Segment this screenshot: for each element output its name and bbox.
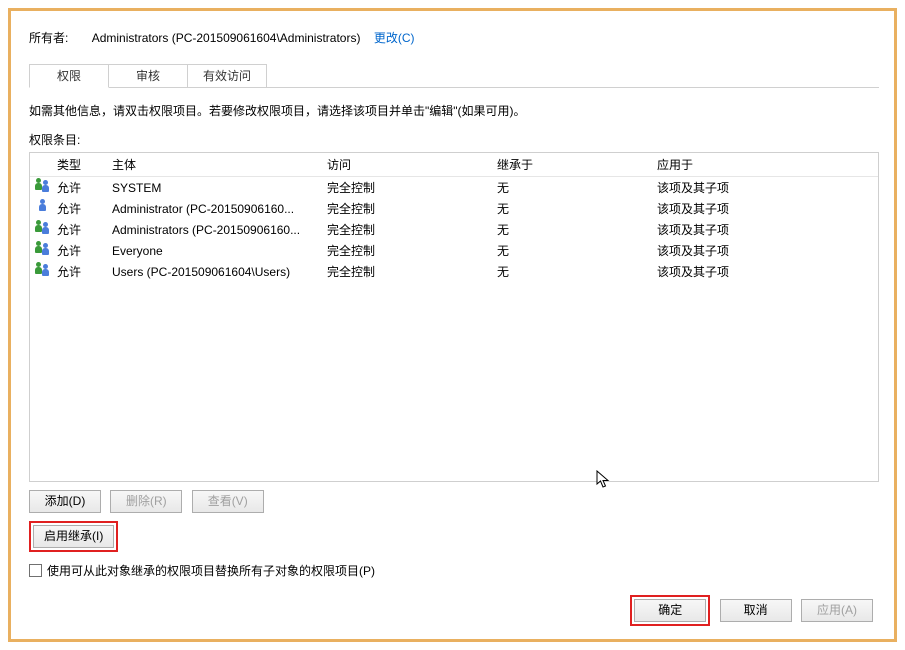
- col-principal-header[interactable]: 主体: [112, 156, 327, 173]
- col-applies-header[interactable]: 应用于: [657, 156, 878, 173]
- entry-buttons-row: 添加(D) 删除(R) 查看(V): [29, 490, 879, 513]
- add-button[interactable]: 添加(D): [29, 490, 101, 513]
- owner-row: 所有者: Administrators (PC-201509061604\Adm…: [29, 29, 879, 46]
- group-icon: [35, 220, 51, 236]
- view-button[interactable]: 查看(V): [192, 490, 264, 513]
- cell-access: 完全控制: [327, 242, 497, 259]
- remove-button[interactable]: 删除(R): [110, 490, 182, 513]
- table-row[interactable]: 允许Everyone完全控制无该项及其子项: [30, 240, 878, 261]
- user-icon: [35, 199, 51, 215]
- col-access-header[interactable]: 访问: [327, 156, 497, 173]
- group-icon: [35, 178, 51, 194]
- cell-inherited: 无: [497, 179, 657, 196]
- cell-principal: SYSTEM: [112, 181, 327, 195]
- advanced-security-dialog: 所有者: Administrators (PC-201509061604\Adm…: [8, 8, 897, 642]
- cell-applies: 该项及其子项: [657, 200, 878, 217]
- col-type-header[interactable]: 类型: [57, 156, 112, 173]
- cell-inherited: 无: [497, 263, 657, 280]
- cell-type: 允许: [57, 221, 112, 238]
- owner-value: Administrators (PC-201509061604\Administ…: [92, 31, 361, 45]
- tab-auditing[interactable]: 审核: [108, 64, 188, 88]
- cell-applies: 该项及其子项: [657, 263, 878, 280]
- replace-children-checkbox-label: 使用可从此对象继承的权限项目替换所有子对象的权限项目(P): [47, 562, 375, 579]
- principal-type-icon: [35, 199, 57, 218]
- cell-principal: Users (PC-201509061604\Users): [112, 265, 327, 279]
- instructions-text: 如需其他信息，请双击权限项目。若要修改权限项目，请选择该项目并单击"编辑"(如果…: [29, 102, 879, 119]
- group-icon: [35, 262, 51, 278]
- cell-access: 完全控制: [327, 221, 497, 238]
- owner-label: 所有者:: [29, 29, 68, 46]
- cell-type: 允许: [57, 179, 112, 196]
- tab-permissions[interactable]: 权限: [29, 64, 109, 88]
- permission-entries-table[interactable]: 类型 主体 访问 继承于 应用于 允许SYSTEM完全控制无该项及其子项允许Ad…: [29, 152, 879, 482]
- table-row[interactable]: 允许Administrators (PC-20150906160...完全控制无…: [30, 219, 878, 240]
- cell-type: 允许: [57, 200, 112, 217]
- cell-access: 完全控制: [327, 179, 497, 196]
- cancel-button[interactable]: 取消: [720, 599, 792, 622]
- ok-button[interactable]: 确定: [634, 599, 706, 622]
- cell-type: 允许: [57, 242, 112, 259]
- cell-access: 完全控制: [327, 200, 497, 217]
- table-row[interactable]: 允许Users (PC-201509061604\Users)完全控制无该项及其…: [30, 261, 878, 282]
- col-inherited-header[interactable]: 继承于: [497, 156, 657, 173]
- cell-applies: 该项及其子项: [657, 221, 878, 238]
- group-icon: [35, 241, 51, 257]
- cell-applies: 该项及其子项: [657, 242, 878, 259]
- table-row[interactable]: 允许SYSTEM完全控制无该项及其子项: [30, 177, 878, 198]
- principal-type-icon: [35, 262, 57, 281]
- principal-type-icon: [35, 220, 57, 239]
- cell-principal: Administrator (PC-20150906160...: [112, 202, 327, 216]
- principal-type-icon: [35, 178, 57, 197]
- permission-entries-label: 权限条目:: [29, 131, 879, 148]
- highlight-box-ok: 确定: [630, 595, 710, 626]
- enable-inheritance-button[interactable]: 启用继承(I): [33, 525, 114, 548]
- cell-type: 允许: [57, 263, 112, 280]
- inheritance-buttons-row: 启用继承(I): [29, 521, 879, 552]
- replace-children-checkbox-row[interactable]: 使用可从此对象继承的权限项目替换所有子对象的权限项目(P): [29, 562, 879, 579]
- table-header: 类型 主体 访问 继承于 应用于: [30, 153, 878, 177]
- table-row[interactable]: 允许Administrator (PC-20150906160...完全控制无该…: [30, 198, 878, 219]
- cell-inherited: 无: [497, 221, 657, 238]
- cell-access: 完全控制: [327, 263, 497, 280]
- dialog-buttons: 确定 取消 应用(A): [630, 595, 879, 626]
- principal-type-icon: [35, 241, 57, 260]
- cell-inherited: 无: [497, 200, 657, 217]
- cell-applies: 该项及其子项: [657, 179, 878, 196]
- tab-strip: 权限 审核 有效访问: [29, 64, 879, 88]
- highlight-box-inheritance: 启用继承(I): [29, 521, 118, 552]
- cell-inherited: 无: [497, 242, 657, 259]
- change-owner-link[interactable]: 更改(C): [374, 31, 415, 45]
- cell-principal: Administrators (PC-20150906160...: [112, 223, 327, 237]
- tab-effective-access[interactable]: 有效访问: [187, 64, 267, 88]
- cell-principal: Everyone: [112, 244, 327, 258]
- replace-children-checkbox[interactable]: [29, 564, 42, 577]
- apply-button[interactable]: 应用(A): [801, 599, 873, 622]
